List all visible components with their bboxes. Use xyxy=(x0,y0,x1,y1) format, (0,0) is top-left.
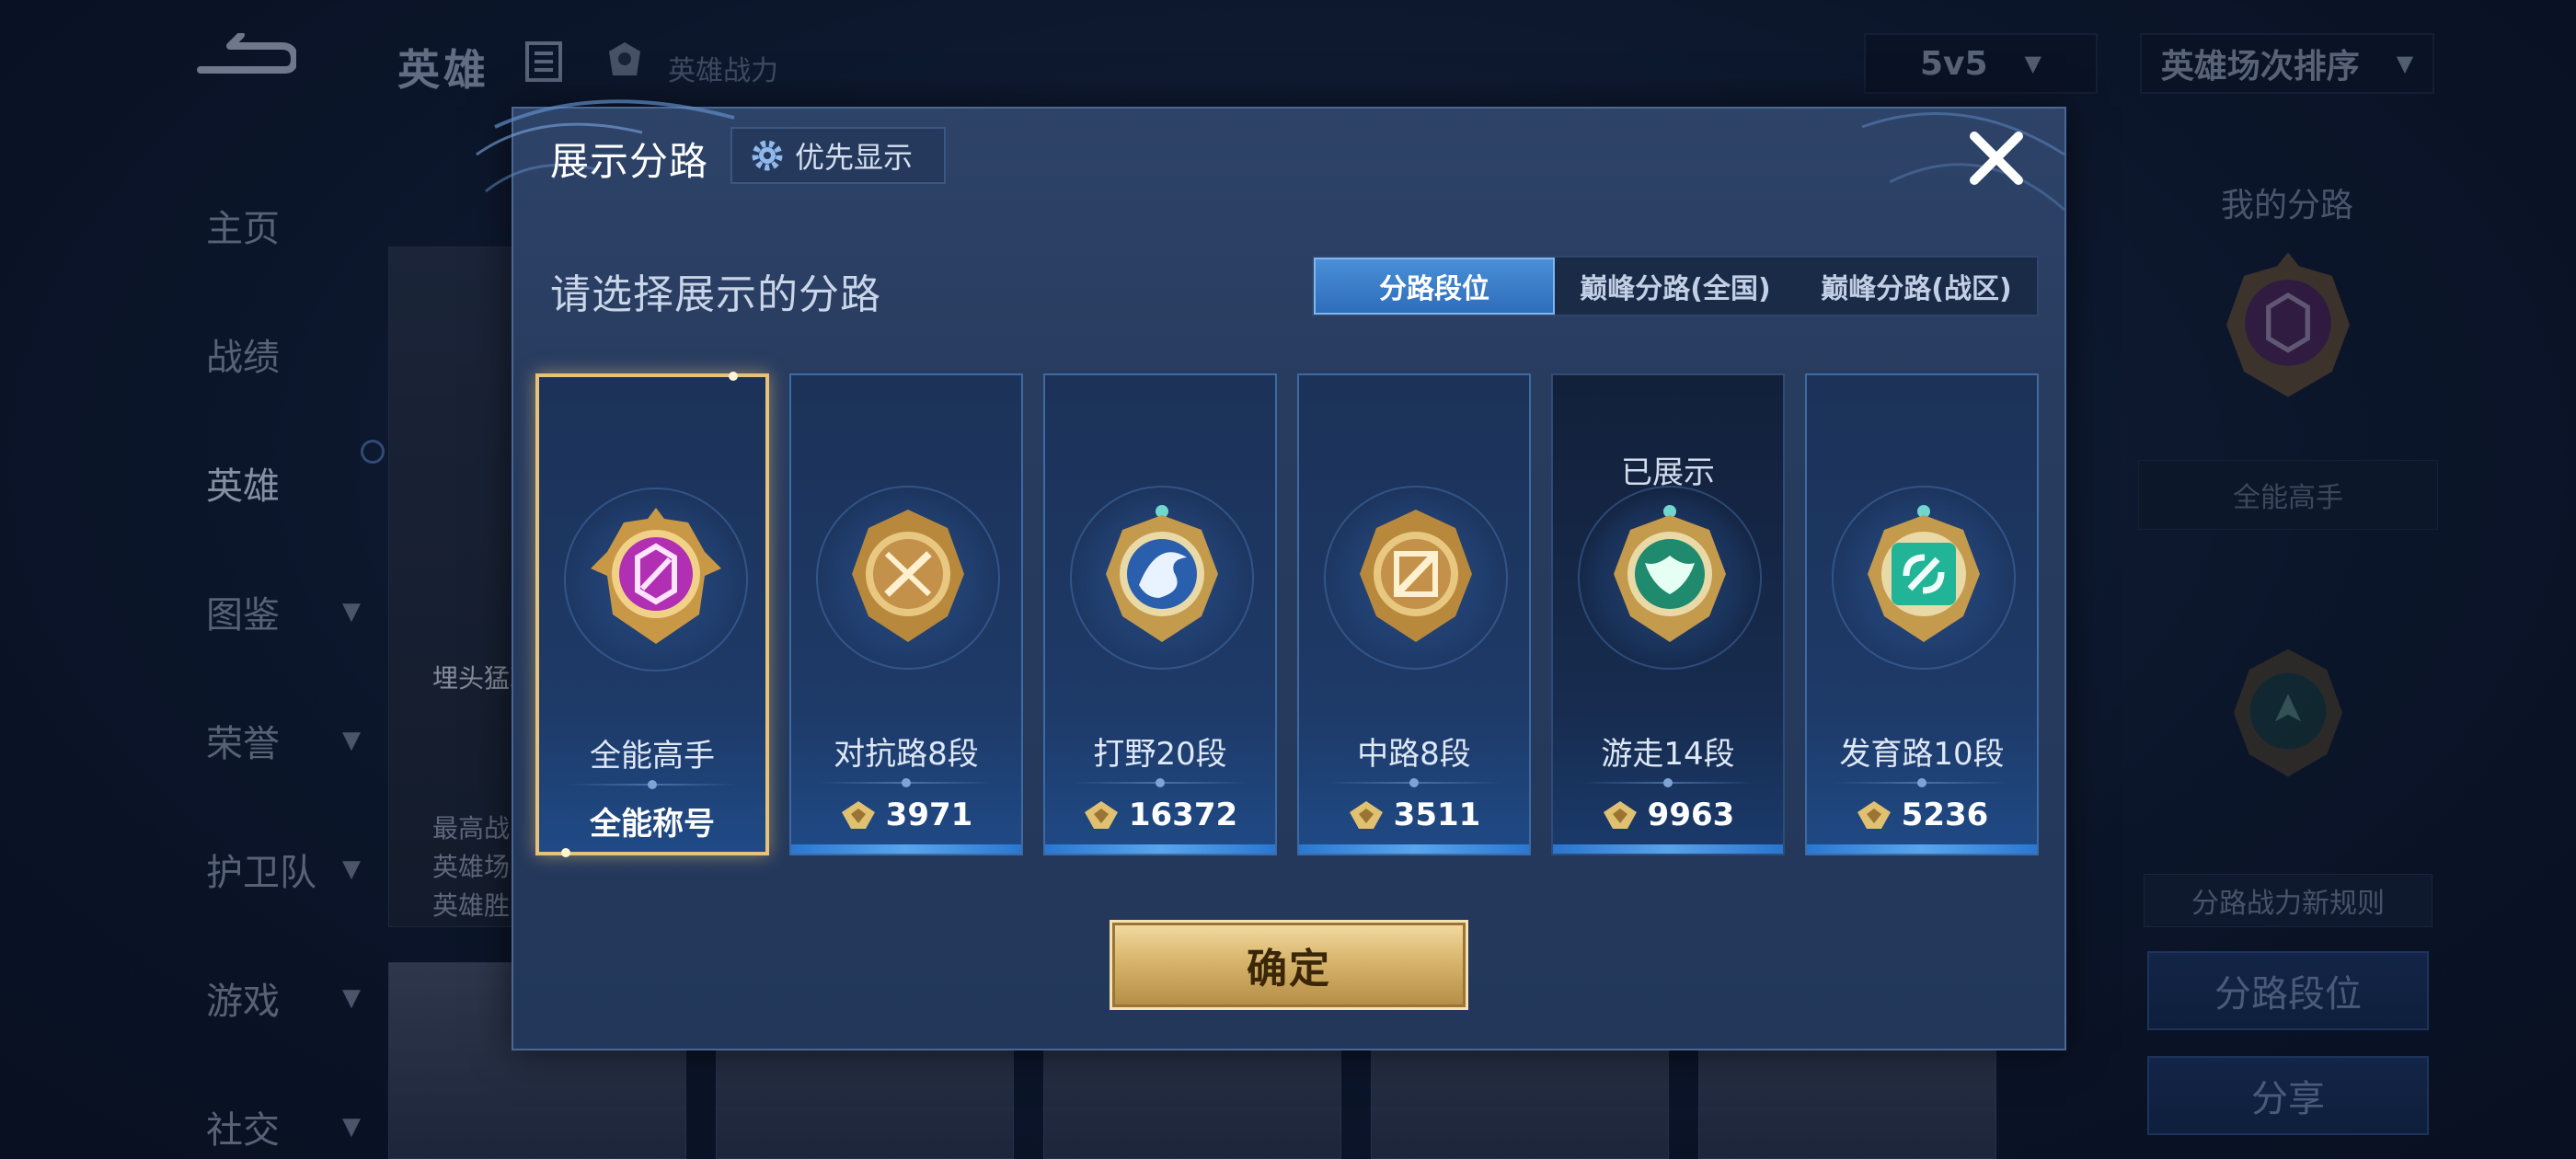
lane-rank-label: 中路8段 xyxy=(1357,736,1471,773)
lane-rank-label: 打野20段 xyxy=(1093,736,1227,773)
lane-score: 3511 xyxy=(1299,797,1529,833)
gear-icon xyxy=(752,140,783,171)
mid-lane-emblem-icon xyxy=(1360,510,1472,642)
corner-sparkle xyxy=(729,372,738,381)
lane-power-icon xyxy=(841,801,875,829)
close-icon[interactable] xyxy=(1965,127,2028,189)
lane-rank-label: 全能高手 xyxy=(590,738,715,775)
dialog-decoration xyxy=(1861,111,2065,212)
dialog-subtitle: 请选择展示的分路 xyxy=(550,271,881,318)
lane-score-value: 3511 xyxy=(1393,797,1481,833)
jungle-emblem-icon xyxy=(1106,505,1218,642)
all-round-emblem-icon xyxy=(591,508,721,644)
card-glow xyxy=(1299,844,1529,854)
priority-display-button[interactable]: 优先显示 xyxy=(730,127,946,184)
lane-score-value: 9963 xyxy=(1647,797,1735,833)
roam-emblem-icon xyxy=(1614,505,1726,642)
lane-power-icon xyxy=(1349,801,1383,829)
tab-lane-rank[interactable]: 分路段位 xyxy=(1314,258,1555,315)
lane-score-value: 16372 xyxy=(1128,797,1238,833)
card-divider xyxy=(819,778,994,787)
card-divider xyxy=(1327,778,1501,787)
card-glow xyxy=(1807,844,2037,854)
lane-score: 16372 xyxy=(1045,797,1275,833)
priority-display-label: 优先显示 xyxy=(795,140,914,175)
lane-display-dialog: 展示分路 优先显示 请选择展示的分路 分路段位 巅峰分路(全国) 巅峰分路(战区… xyxy=(476,99,2066,1050)
lane-title-label: 全能称号 xyxy=(590,806,715,843)
clash-lane-emblem-icon xyxy=(852,510,964,642)
tab-peak-region[interactable]: 巅峰分路(战区) xyxy=(1796,258,2037,315)
lane-power-icon xyxy=(1603,801,1637,829)
lane-score: 3971 xyxy=(791,797,1021,833)
corner-sparkle xyxy=(561,848,570,857)
lane-tabs: 分路段位 巅峰分路(全国) 巅峰分路(战区) xyxy=(1312,256,2039,316)
lane-score-value: 3971 xyxy=(885,797,973,833)
card-divider xyxy=(567,780,738,789)
confirm-button[interactable]: 确定 xyxy=(1110,920,1468,1010)
card-divider xyxy=(1073,778,1248,787)
lane-card-clash[interactable]: 对抗路8段 3971 xyxy=(789,373,1023,855)
lane-score: 5236 xyxy=(1807,797,2037,833)
lane-score: 9963 xyxy=(1553,797,1783,833)
tab-peak-national[interactable]: 巅峰分路(全国) xyxy=(1555,258,1796,315)
farm-lane-emblem-icon xyxy=(1868,505,1980,642)
card-glow xyxy=(1045,844,1275,854)
lane-rank-label: 游走14段 xyxy=(1601,736,1735,773)
lane-power-icon xyxy=(1084,801,1118,829)
lane-card-farm[interactable]: 发育路10段 5236 xyxy=(1805,373,2039,855)
lane-power-icon xyxy=(1857,801,1891,829)
lane-card-jungle[interactable]: 打野20段 16372 xyxy=(1043,373,1277,855)
lane-score-value: 5236 xyxy=(1901,797,1989,833)
lane-card-roam[interactable]: 已展示 游走14段 9963 xyxy=(1551,373,1785,855)
lane-rank-label: 发育路10段 xyxy=(1839,736,2005,773)
lane-rank-label: 对抗路8段 xyxy=(834,736,979,773)
lane-card-mid[interactable]: 中路8段 3511 xyxy=(1297,373,1531,855)
lane-card-all-round[interactable]: 全能高手 全能称号 xyxy=(535,372,769,857)
dialog-title: 展示分路 xyxy=(550,139,709,184)
card-glow xyxy=(1553,844,1783,854)
card-glow xyxy=(791,844,1021,854)
card-divider xyxy=(1834,778,2009,787)
card-divider xyxy=(1581,778,1755,787)
